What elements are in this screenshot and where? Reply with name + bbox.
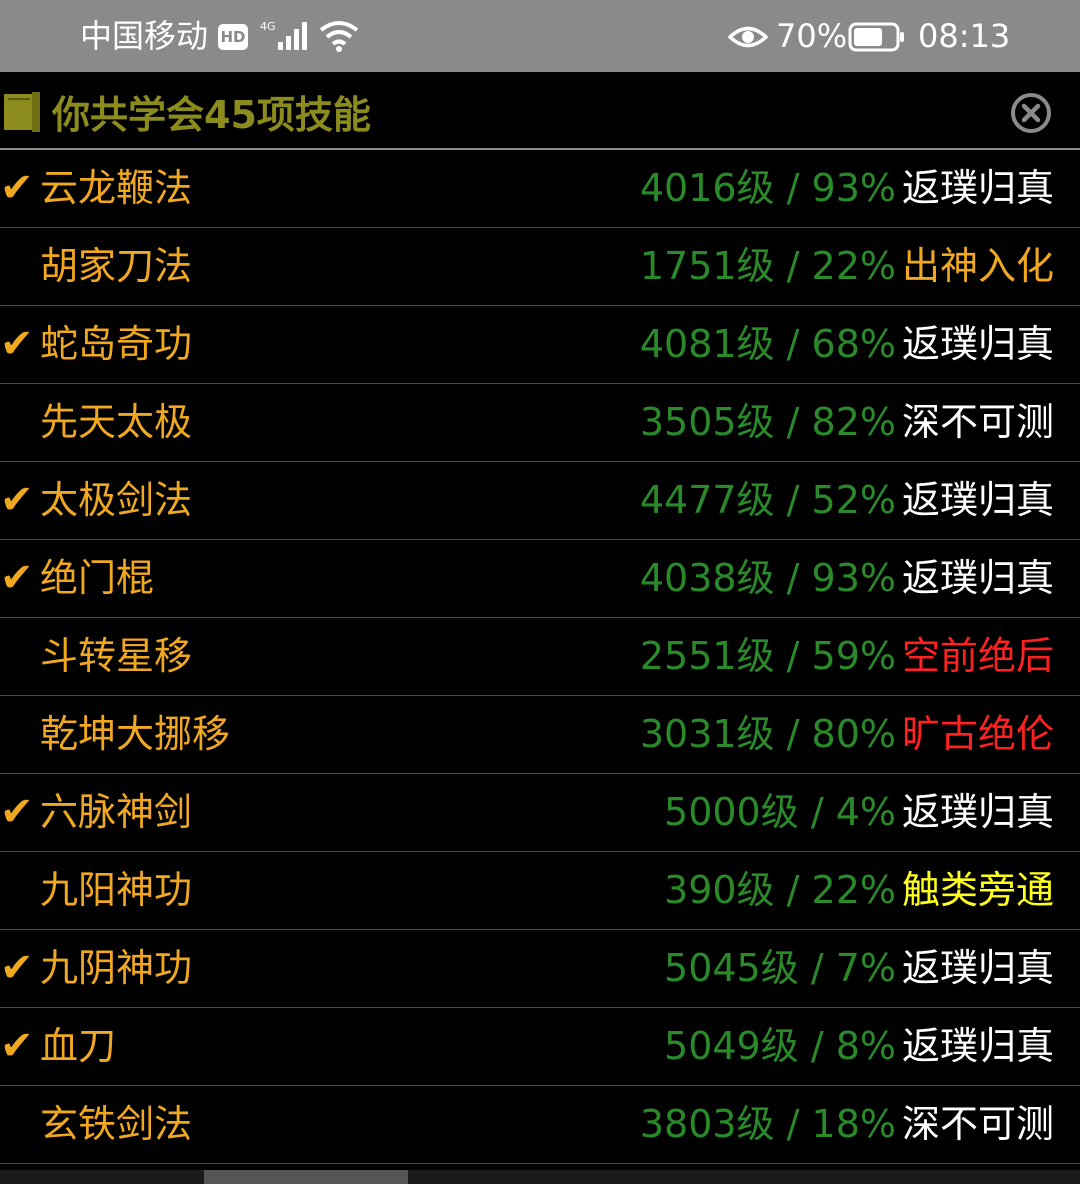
skill-level-info: 3031级 / 80% 旷古绝伦: [640, 710, 1054, 758]
skill-grade: 返璞归真: [901, 1024, 1054, 1068]
page-title: 你共学会45项技能: [52, 93, 371, 137]
skill-grade: 触类旁通: [901, 868, 1054, 912]
checkmark-icon: ✔: [0, 789, 34, 835]
battery-percent: 70%: [776, 17, 848, 55]
skill-name: 九阳神功: [40, 868, 193, 912]
skill-name: 玄铁剑法: [40, 1102, 193, 1146]
book-icon: [4, 92, 40, 132]
skill-level-info: 390级 / 22% 触类旁通: [664, 866, 1054, 914]
skill-grade: 深不可测: [901, 400, 1054, 444]
skill-row[interactable]: ✔ 绝门棍 4038级 / 93% 返璞归真: [0, 540, 1080, 618]
skill-level-percent: 4477级 / 52%: [639, 478, 896, 522]
skill-name: 云龙鞭法: [40, 166, 193, 210]
skill-level-percent: 5045级 / 7%: [664, 946, 896, 990]
skill-name: 斗转星移: [40, 634, 193, 678]
skill-level-percent: 4038级 / 93%: [639, 556, 896, 600]
checkmark-icon: ✔: [0, 321, 34, 367]
skill-level-info: 4477级 / 52% 返璞归真: [640, 476, 1054, 524]
skill-row[interactable]: ✔ 六脉神剑 5000级 / 4% 返璞归真: [0, 774, 1080, 852]
hd-badge: HD: [218, 24, 248, 50]
skill-level-percent: 3803级 / 18%: [639, 1102, 896, 1146]
network-type: 4G: [260, 20, 276, 33]
skill-row[interactable]: 玄铁剑法 3803级 / 18% 深不可测: [0, 1086, 1080, 1164]
skill-level-percent: 4016级 / 93%: [639, 166, 896, 210]
skill-name: 太极剑法: [40, 478, 193, 522]
eye-comfort-icon: [728, 26, 768, 48]
skill-grade: 深不可测: [901, 1102, 1054, 1146]
skill-level-info: 5049级 / 8% 返璞归真: [664, 1022, 1054, 1070]
skill-level-info: 4038级 / 93% 返璞归真: [640, 554, 1054, 602]
checkmark-icon: ✔: [0, 555, 34, 601]
skill-name: 血刀: [40, 1024, 117, 1068]
skill-level-info: 3803级 / 18% 深不可测: [640, 1100, 1054, 1148]
skill-grade: 返璞归真: [901, 556, 1054, 600]
skill-grade: 返璞归真: [901, 322, 1054, 366]
skill-level-info: 5045级 / 7% 返璞归真: [664, 944, 1054, 992]
skill-grade: 出神入化: [901, 244, 1054, 288]
skill-name: 先天太极: [40, 400, 193, 444]
skill-name: 蛇岛奇功: [40, 322, 193, 366]
skill-row[interactable]: 乾坤大挪移 3031级 / 80% 旷古绝伦: [0, 696, 1080, 774]
skill-name: 乾坤大挪移: [40, 712, 231, 756]
skill-level-percent: 5049级 / 8%: [664, 1024, 896, 1068]
skill-level-percent: 390级 / 22%: [664, 868, 896, 912]
skill-level-info: 5000级 / 4% 返璞归真: [664, 788, 1054, 836]
skill-level-percent: 1751级 / 22%: [639, 244, 896, 288]
skill-grade: 返璞归真: [901, 478, 1054, 522]
clock: 08:13: [918, 17, 1011, 55]
skill-name: 六脉神剑: [40, 790, 193, 834]
skill-grade: 空前绝后: [901, 634, 1054, 678]
skill-grade: 旷古绝伦: [901, 712, 1054, 756]
skill-name: 绝门棍: [40, 556, 155, 600]
carrier-name: 中国移动: [80, 17, 209, 55]
skill-list: ✔ 云龙鞭法 4016级 / 93% 返璞归真 胡家刀法 1751级 / 22% 出神入化 ✔…: [0, 150, 1080, 1164]
skill-row[interactable]: ✔ 九阴神功 5045级 / 7% 返璞归真: [0, 930, 1080, 1008]
skill-level-info: 2551级 / 59% 空前绝后: [640, 632, 1054, 680]
checkmark-icon: ✔: [0, 945, 34, 991]
status-bar: 中国移动 HD 4G 70% 08:13: [0, 0, 1080, 72]
skill-level-percent: 5000级 / 4%: [664, 790, 896, 834]
skill-level-info: 3505级 / 82% 深不可测: [640, 398, 1054, 446]
skill-name: 胡家刀法: [40, 244, 193, 288]
skill-name: 九阴神功: [40, 946, 193, 990]
battery-icon: [848, 22, 904, 52]
skill-grade: 返璞归真: [901, 166, 1054, 210]
skill-grade: 返璞归真: [901, 946, 1054, 990]
skill-row[interactable]: ✔ 云龙鞭法 4016级 / 93% 返璞归真: [0, 150, 1080, 228]
skill-row[interactable]: ✔ 太极剑法 4477级 / 52% 返璞归真: [0, 462, 1080, 540]
skill-level-info: 4016级 / 93% 返璞归真: [640, 164, 1054, 212]
skill-level-percent: 3031级 / 80%: [639, 712, 896, 756]
wifi-icon: [319, 21, 359, 52]
scrollbar-thumb[interactable]: [204, 1170, 408, 1184]
horizontal-scrollbar[interactable]: [0, 1170, 1080, 1184]
skill-level-info: 4081级 / 68% 返璞归真: [640, 320, 1054, 368]
skill-level-percent: 2551级 / 59%: [639, 634, 896, 678]
signal-icon: 4G: [260, 20, 307, 50]
checkmark-icon: ✔: [0, 165, 34, 211]
skill-row[interactable]: 先天太极 3505级 / 82% 深不可测: [0, 384, 1080, 462]
skill-row[interactable]: ✔ 血刀 5049级 / 8% 返璞归真: [0, 1008, 1080, 1086]
skill-grade: 返璞归真: [901, 790, 1054, 834]
skill-level-percent: 4081级 / 68%: [639, 322, 896, 366]
skill-row[interactable]: 胡家刀法 1751级 / 22% 出神入化: [0, 228, 1080, 306]
checkmark-icon: ✔: [0, 477, 34, 523]
skill-row[interactable]: 九阳神功 390级 / 22% 触类旁通: [0, 852, 1080, 930]
skill-row[interactable]: 斗转星移 2551级 / 59% 空前绝后: [0, 618, 1080, 696]
skill-row[interactable]: ✔ 蛇岛奇功 4081级 / 68% 返璞归真: [0, 306, 1080, 384]
skill-level-info: 1751级 / 22% 出神入化: [640, 242, 1054, 290]
checkmark-icon: ✔: [0, 1023, 34, 1069]
skill-level-percent: 3505级 / 82%: [639, 400, 896, 444]
close-button[interactable]: [1010, 92, 1052, 134]
